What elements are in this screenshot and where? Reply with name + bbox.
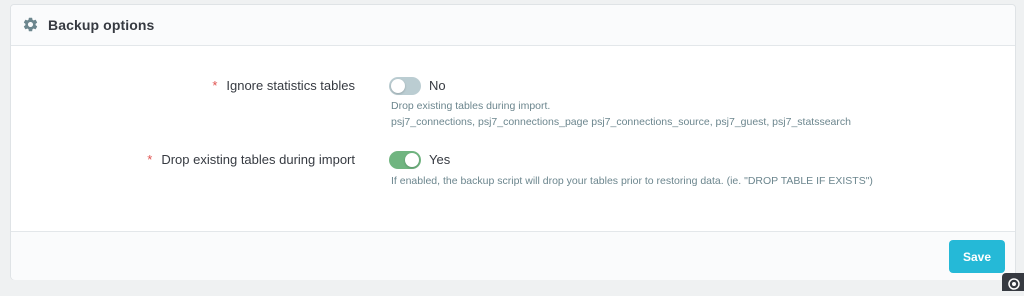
ignore-statistics-table-list: psj7_connections, psj7_connections_page … xyxy=(391,116,851,128)
toggle-knob xyxy=(405,153,419,167)
ignore-statistics-label-text: Ignore statistics tables xyxy=(226,78,355,93)
drop-tables-toggle[interactable] xyxy=(389,151,421,169)
panel-title: Backup options xyxy=(48,17,155,33)
debug-toolbar-toggle[interactable] xyxy=(1002,273,1024,291)
toolbar-logo-icon xyxy=(1008,278,1020,290)
drop-tables-help-text: If enabled, the backup script will drop … xyxy=(391,175,873,187)
ignore-statistics-state: No xyxy=(429,78,446,93)
drop-tables-label-text: Drop existing tables during import xyxy=(161,152,355,167)
required-marker: * xyxy=(147,152,153,167)
ignore-statistics-help-text: Drop existing tables during import. xyxy=(391,100,551,112)
ignore-statistics-label: * Ignore statistics tables xyxy=(212,78,355,93)
required-marker: * xyxy=(212,78,218,93)
gear-icon xyxy=(23,17,38,32)
ignore-statistics-toggle[interactable] xyxy=(389,77,421,95)
drop-tables-state: Yes xyxy=(429,152,451,167)
drop-tables-label: * Drop existing tables during import xyxy=(147,152,355,167)
panel-footer: Save xyxy=(11,231,1015,280)
save-button[interactable]: Save xyxy=(949,240,1005,273)
backup-options-panel: Backup options * Ignore statistics tables… xyxy=(10,4,1016,280)
toggle-knob xyxy=(391,79,405,93)
panel-heading: Backup options xyxy=(11,5,1015,46)
